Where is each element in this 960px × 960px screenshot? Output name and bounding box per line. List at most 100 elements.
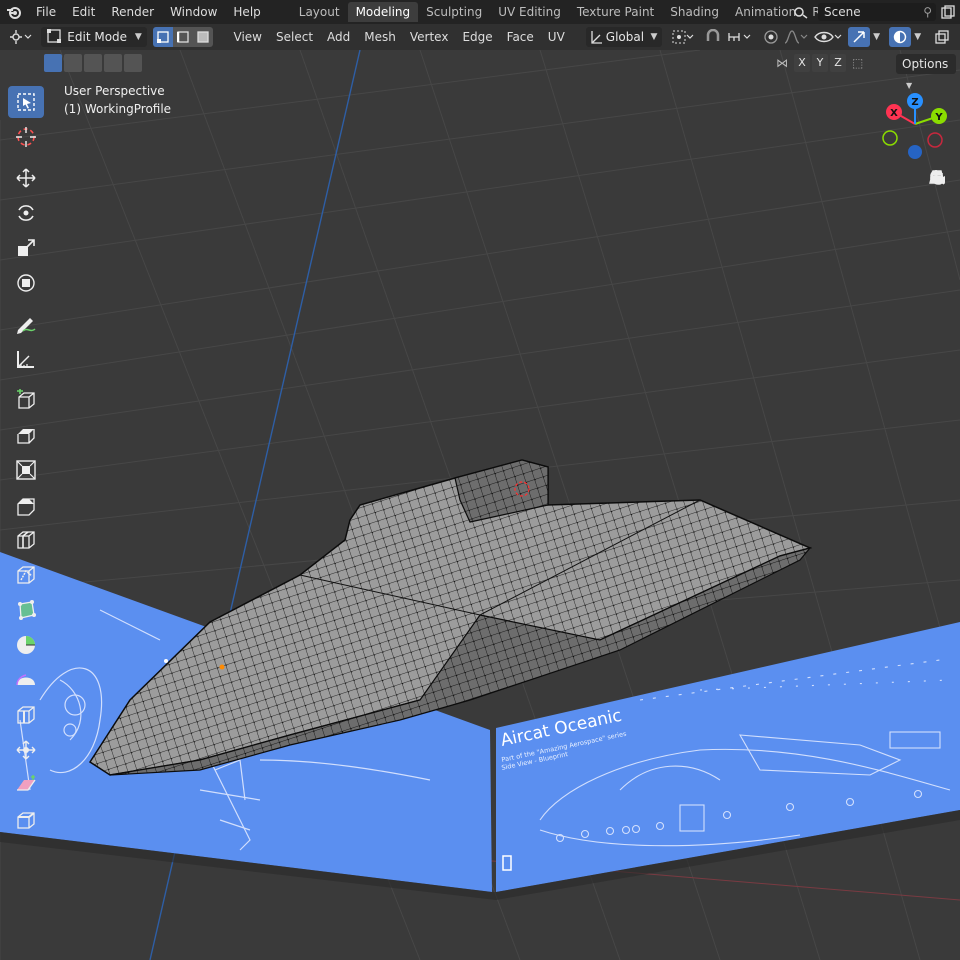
options-dropdown[interactable]: Options ▼ [896,54,956,90]
tab-uv-editing[interactable]: UV Editing [490,2,569,22]
scale-icon[interactable] [8,232,44,264]
viewport-scene: Aircat Oceanic Part of the "Amazing Aero… [0,50,960,960]
menu-help[interactable]: Help [225,0,268,24]
polybuild-icon[interactable] [8,594,44,626]
editor-type-button[interactable] [6,27,36,47]
blender-logo-icon[interactable] [0,0,28,24]
object-name: (1) WorkingProfile [64,102,172,116]
select-box-icon[interactable] [8,86,44,118]
menu-file[interactable]: File [28,0,64,24]
viewport-header: Edit Mode ▼ View Select Add Mesh Vertex … [0,24,960,50]
mirror-y-button[interactable]: Y [812,54,828,72]
chevron-down-icon[interactable]: ▼ [870,32,884,42]
gizmo-x-label: X [890,108,898,119]
auto-merge-icon[interactable]: ⬚ [852,56,870,70]
gizmo-y-label: Y [934,112,943,123]
scene-selector: Scene ⚲ [788,0,960,24]
menu-view[interactable]: View [227,30,269,44]
navigation-gizmo[interactable]: X Y Z [880,92,950,162]
mode-select[interactable]: Edit Mode ▼ [41,27,147,47]
new-scene-icon[interactable] [936,2,960,22]
menu-face[interactable]: Face [500,30,541,44]
menu-select[interactable]: Select [269,30,320,44]
chevron-down-icon[interactable]: ▼ [911,32,925,42]
scene-name: Scene [824,5,861,19]
pin-icon[interactable]: ⚲ [923,3,932,21]
selection-mode-buttons [44,54,142,72]
snap-icon[interactable] [702,27,725,47]
falloff-icon[interactable] [782,27,811,47]
menu-edit[interactable]: Edit [64,0,103,24]
visibility-icon[interactable] [811,27,844,47]
mode-label: Edit Mode [67,30,128,44]
menu-window[interactable]: Window [162,0,225,24]
select-mode-group [152,27,213,47]
options-label: Options [902,57,949,71]
orientation-select[interactable]: Global ▼ [585,27,663,47]
pan-hand-icon[interactable] [928,170,956,226]
chevron-down-icon: ▼ [906,81,913,90]
select-new-icon[interactable] [44,54,62,72]
shrink-fatten-icon[interactable] [8,734,44,766]
edge-slide-icon[interactable] [8,699,44,731]
move-icon[interactable] [8,162,44,194]
overlays-toggle-icon[interactable] [889,27,911,47]
face-select-icon[interactable] [192,27,213,47]
inset-icon[interactable] [8,454,44,486]
scene-name-field[interactable]: Scene ⚲ [818,3,936,21]
navigation-buttons [928,168,956,288]
cursor-icon[interactable] [8,121,44,153]
edit-mode-icon [47,28,62,46]
transform-icon[interactable] [8,267,44,299]
rotate-icon[interactable] [8,197,44,229]
smooth-icon[interactable] [8,664,44,696]
camera-view-icon[interactable] [928,170,956,256]
tab-texture-paint[interactable]: Texture Paint [569,2,662,22]
3d-viewport[interactable]: Aircat Oceanic Part of the "Amazing Aero… [0,50,960,960]
proportional-edit-icon[interactable] [760,27,781,47]
mirror-z-button[interactable]: Z [830,54,846,72]
chevron-down-icon: ▼ [134,32,142,42]
menu-uv[interactable]: UV [541,30,572,44]
tool-shelf [8,86,46,839]
top-bar: File Edit Render Window Help Layout Mode… [0,0,960,24]
blender-window: File Edit Render Window Help Layout Mode… [0,0,960,960]
extrude-icon[interactable] [8,419,44,451]
spin-icon[interactable] [8,629,44,661]
measure-icon[interactable] [8,343,44,375]
snap-increment-icon[interactable] [725,27,754,47]
menu-mesh[interactable]: Mesh [357,30,403,44]
tab-sculpting[interactable]: Sculpting [418,2,490,22]
pivot-point-icon[interactable] [668,27,697,47]
view-name: User Perspective [64,84,165,98]
scene-icon[interactable] [788,2,814,22]
annotate-icon[interactable] [8,308,44,340]
knife-icon[interactable] [8,559,44,591]
object-origin [219,664,225,670]
tab-modeling[interactable]: Modeling [347,2,419,22]
select-extend-icon[interactable] [64,54,82,72]
vertex-select-icon[interactable] [152,27,173,47]
xray-toggle-icon[interactable] [931,27,954,47]
bevel-icon[interactable] [8,489,44,521]
gizmo-z-label: Z [911,97,918,108]
loopcut-icon[interactable] [8,524,44,556]
menu-render[interactable]: Render [103,0,162,24]
perspective-toggle-icon[interactable] [928,170,956,286]
add-cube-icon[interactable] [8,384,44,416]
menu-vertex[interactable]: Vertex [403,30,456,44]
tab-shading[interactable]: Shading [662,2,727,22]
mirror-x-button[interactable]: X [794,54,810,72]
gizmo-toggle-icon[interactable] [848,27,870,47]
menu-edge[interactable]: Edge [455,30,499,44]
tool-settings-bar: ⋈ X Y Z ⬚ Options ▼ [0,52,960,90]
select-difference-icon[interactable] [104,54,122,72]
mirror-axes: ⋈ X Y Z ⬚ [776,54,870,72]
edge-select-icon[interactable] [172,27,193,47]
rip-icon[interactable] [8,804,44,836]
shear-icon[interactable] [8,769,44,801]
menu-add[interactable]: Add [320,30,357,44]
select-subtract-icon[interactable] [84,54,102,72]
tab-layout[interactable]: Layout [291,2,348,22]
select-intersect-icon[interactable] [124,54,142,72]
